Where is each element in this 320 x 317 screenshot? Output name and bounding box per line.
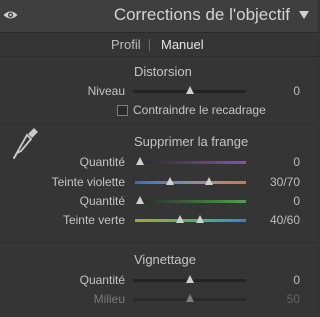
- midpoint-slider-thumb[interactable]: [186, 294, 194, 302]
- niveau-value[interactable]: 0: [293, 84, 300, 98]
- vignetting-section-title: Vignettage: [134, 252, 196, 267]
- vignetting-amount-slider-thumb[interactable]: [186, 275, 194, 283]
- green-amount-slider-thumb[interactable]: [136, 196, 144, 204]
- purple-hue-low-thumb[interactable]: [166, 177, 174, 185]
- green-hue-low-thumb[interactable]: [176, 215, 184, 223]
- distortion-section-title: Distorsion: [134, 64, 192, 79]
- purple-amount-slider-thumb[interactable]: [136, 157, 144, 165]
- mode-tabs: Profil Manuel: [0, 33, 318, 57]
- midpoint-label: Milieu: [93, 292, 125, 306]
- tab-separator: [149, 39, 150, 51]
- green-hue-value[interactable]: 40/60: [270, 213, 300, 227]
- green-hue-high-thumb[interactable]: [196, 215, 204, 223]
- niveau-slider-thumb[interactable]: [186, 86, 194, 94]
- purple-hue-label: Teinte violette: [51, 175, 125, 189]
- eye-icon[interactable]: [3, 9, 18, 21]
- section-divider: [0, 123, 318, 124]
- purple-hue-value[interactable]: 30/70: [270, 175, 300, 189]
- collapse-triangle-icon[interactable]: [299, 11, 309, 19]
- tab-manuel[interactable]: Manuel: [161, 37, 204, 52]
- green-amount-value[interactable]: 0: [293, 194, 300, 208]
- constrain-crop-label[interactable]: Contraindre le recadrage: [133, 103, 266, 117]
- midpoint-value[interactable]: 50: [287, 292, 300, 306]
- purple-hue-slider-track[interactable]: [135, 181, 246, 184]
- lens-corrections-panel: Corrections de l'objectif Profil Manuel …: [0, 0, 318, 317]
- panel-header[interactable]: Corrections de l'objectif: [0, 0, 318, 33]
- vignetting-amount-value[interactable]: 0: [293, 273, 300, 287]
- vignetting-amount-label: Quantité: [79, 273, 125, 287]
- green-amount-slider-track[interactable]: [137, 200, 246, 203]
- constrain-crop-checkbox[interactable]: [117, 105, 128, 116]
- green-hue-slider-track[interactable]: [135, 219, 246, 222]
- eyedropper-icon[interactable]: [12, 126, 38, 162]
- fringe-section-title: Supprimer la frange: [134, 134, 249, 149]
- niveau-label: Niveau: [87, 84, 125, 98]
- green-amount-label: Quantité: [79, 194, 125, 208]
- tab-profil[interactable]: Profil: [111, 37, 141, 52]
- purple-amount-label: Quantité: [79, 155, 125, 169]
- purple-hue-high-thumb[interactable]: [205, 177, 213, 185]
- purple-amount-value[interactable]: 0: [293, 155, 300, 169]
- purple-amount-slider-track[interactable]: [137, 161, 246, 164]
- panel-title: Corrections de l'objectif: [113, 5, 290, 24]
- section-divider: [0, 242, 318, 243]
- green-hue-label: Teinte verte: [62, 213, 125, 227]
